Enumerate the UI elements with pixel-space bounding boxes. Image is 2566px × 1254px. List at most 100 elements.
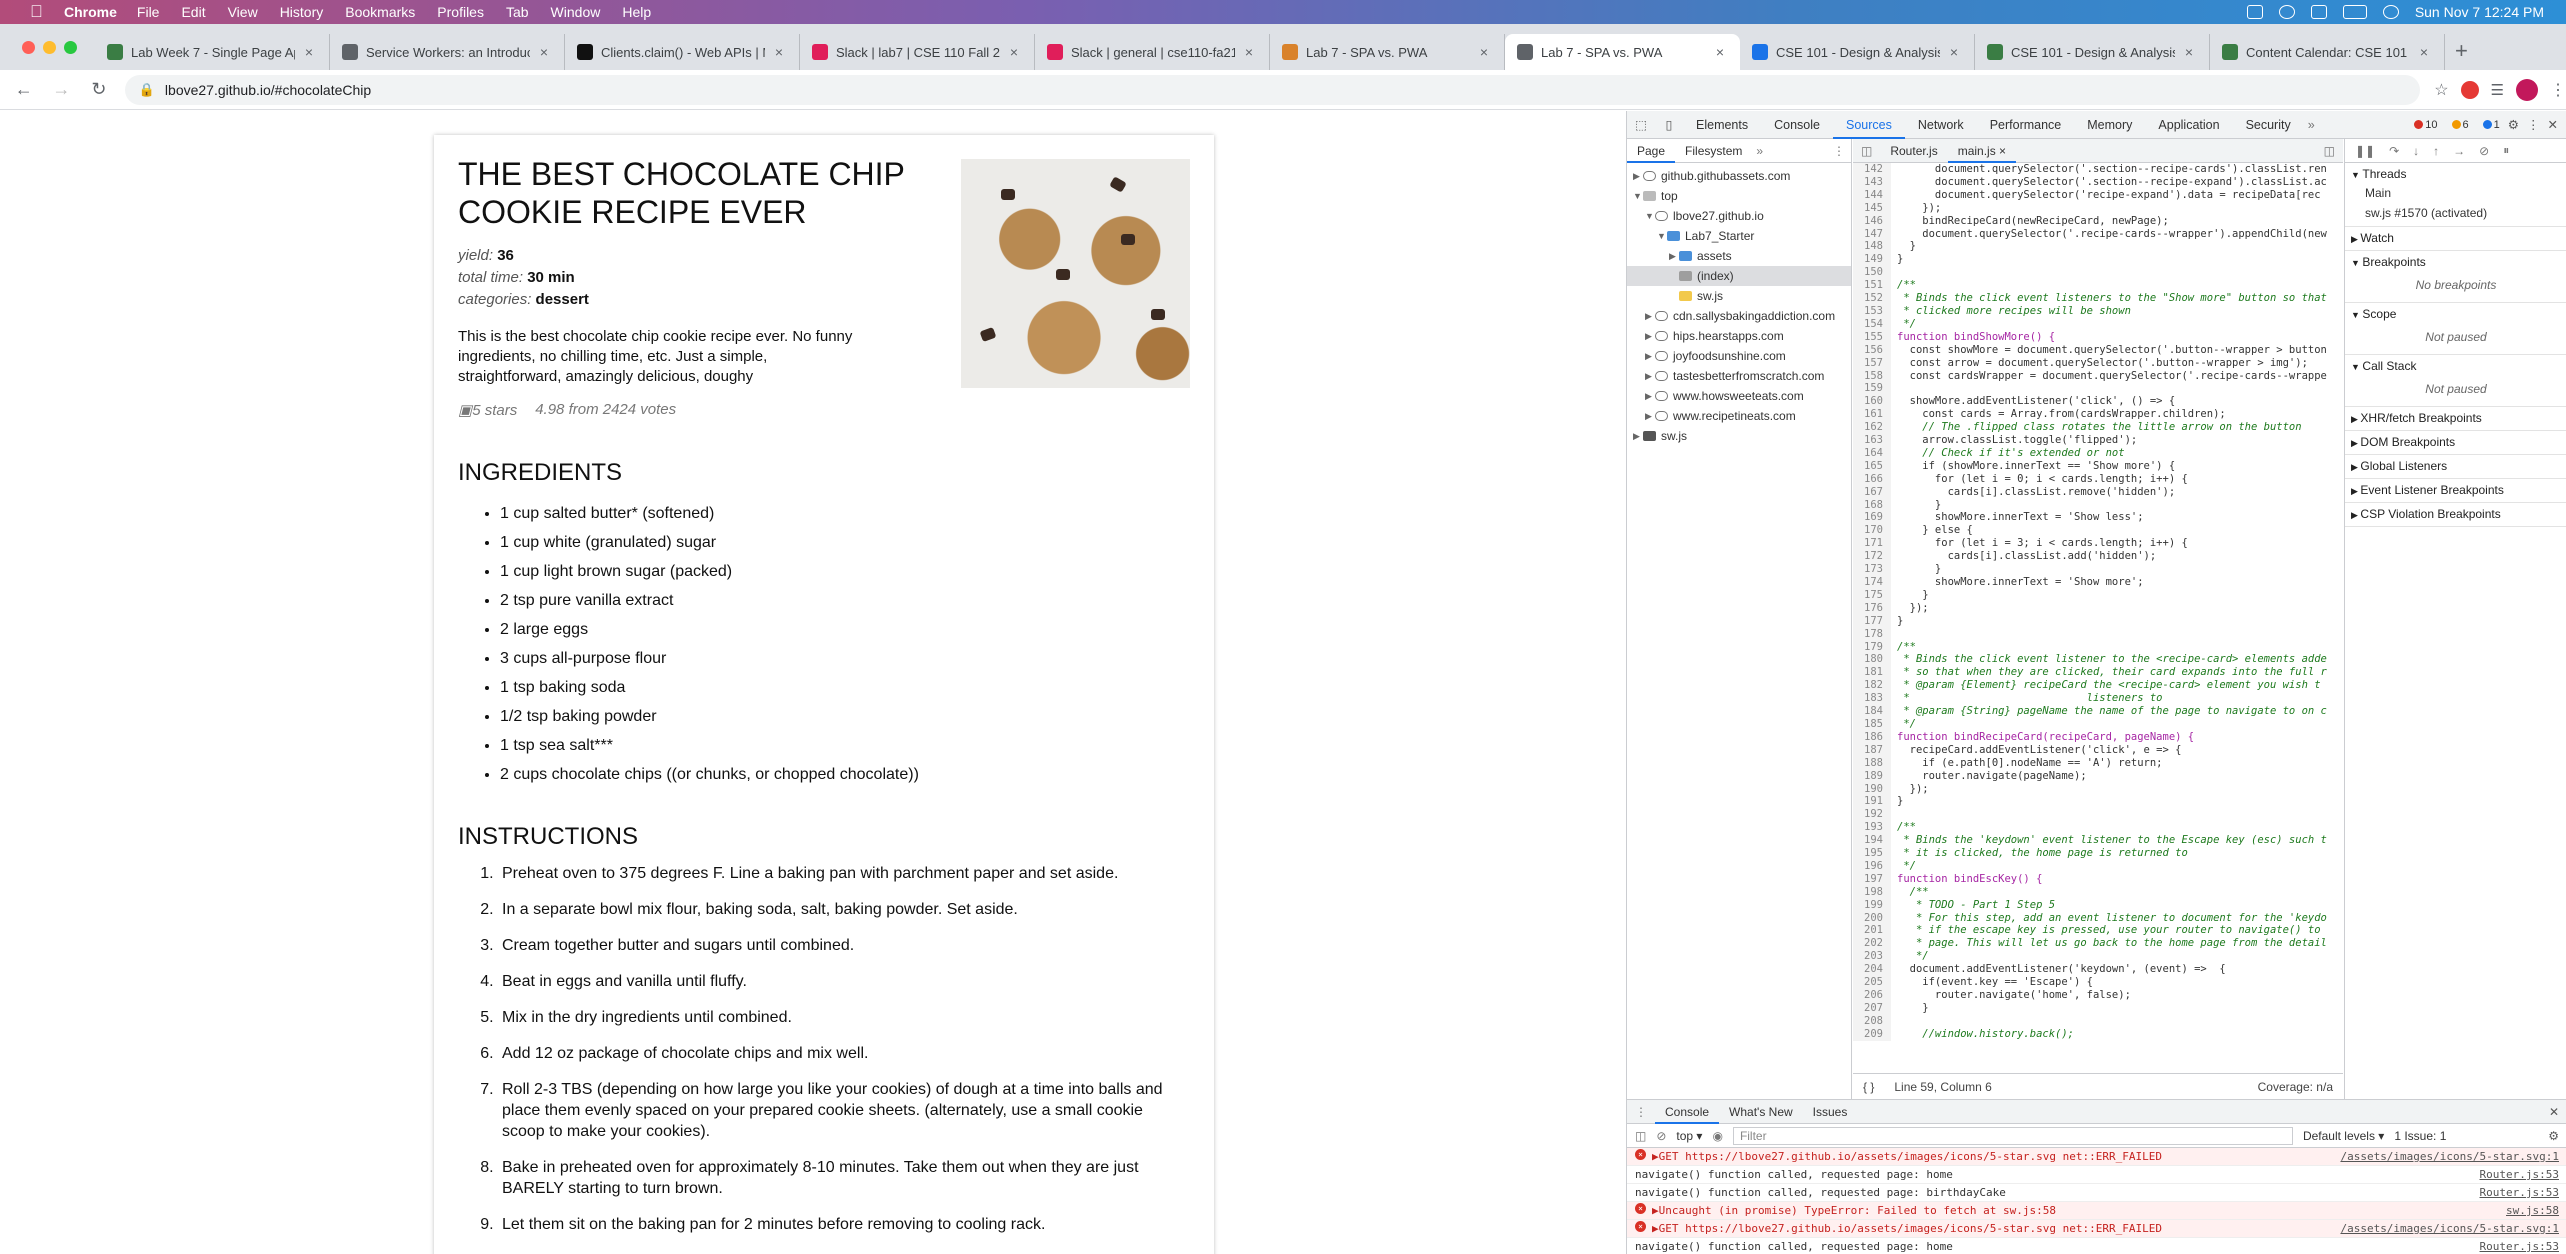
devtools-tab-performance[interactable]: Performance	[1977, 111, 2075, 139]
step-icon[interactable]: →	[2453, 144, 2465, 158]
browser-tab[interactable]: Slack | general | cse110-fa21- ×	[1035, 34, 1270, 70]
tree-arrow-icon[interactable]: ▼	[1633, 186, 1643, 206]
nav-tab-filesystem[interactable]: Filesystem	[1675, 139, 1752, 163]
tree-arrow-icon[interactable]: ▶	[1645, 306, 1655, 326]
apple-icon[interactable]: 	[30, 3, 46, 21]
thread-item[interactable]: sw.js #1570 (activated)	[2351, 203, 2561, 223]
drawer-tab[interactable]: Console	[1655, 1100, 1720, 1124]
step-out-icon[interactable]: ↑	[2433, 144, 2439, 158]
console-source-link[interactable]: sw.js:58	[2506, 1203, 2559, 1218]
issues-button[interactable]: 1 Issue: 1	[2394, 1129, 2446, 1143]
menu-item-edit[interactable]: Edit	[181, 4, 205, 20]
section-arrow-icon[interactable]: ▼	[2351, 310, 2362, 320]
drawer-tab[interactable]: What's New	[1719, 1100, 1803, 1124]
lock-icon[interactable]: 🔒	[139, 82, 155, 98]
tree-arrow-icon[interactable]: ▶	[1645, 346, 1655, 366]
menu-item-tab[interactable]: Tab	[506, 4, 529, 20]
deactivate-breakpoints-icon[interactable]: ⊘	[2479, 144, 2489, 158]
code-lines[interactable]: 142 document.querySelector('.section--re…	[1853, 163, 2343, 1073]
tree-node[interactable]: ▼ Lab7_Starter	[1627, 226, 1851, 246]
browser-tab[interactable]: Lab 7 - SPA vs. PWA ×	[1505, 34, 1740, 70]
menu-icon[interactable]: ⋮	[2550, 80, 2566, 100]
console-source-link[interactable]: Router.js:53	[2480, 1185, 2559, 1200]
drawer-menu-icon[interactable]: ⋮	[1627, 1105, 1655, 1119]
section-arrow-icon[interactable]: ▶	[2351, 510, 2360, 520]
browser-tab[interactable]: Lab 7 - SPA vs. PWA ×	[1270, 34, 1505, 70]
section-arrow-icon[interactable]: ▼	[2351, 258, 2362, 268]
pause-on-exceptions-icon[interactable]: ⏸	[2503, 143, 2509, 158]
menu-item-file[interactable]: File	[137, 4, 160, 20]
new-tab-button[interactable]: +	[2455, 38, 2468, 64]
close-devtools-icon[interactable]: ✕	[2548, 117, 2558, 132]
devtools-tab-elements[interactable]: Elements	[1683, 111, 1761, 139]
section-arrow-icon[interactable]: ▶	[2351, 414, 2360, 424]
tree-arrow-icon[interactable]: ▼	[1645, 206, 1655, 226]
back-icon[interactable]: ←	[10, 79, 38, 100]
console-source-link[interactable]: /assets/images/icons/5-star.svg:1	[2340, 1149, 2559, 1164]
reload-icon[interactable]: ↻	[85, 79, 113, 100]
section-arrow-icon[interactable]: ▶	[2351, 234, 2360, 244]
tree-node[interactable]: (index)	[1627, 266, 1851, 286]
step-into-icon[interactable]: ↓	[2413, 144, 2419, 158]
tree-node[interactable]: ▶ cdn.sallysbakingaddiction.com	[1627, 306, 1851, 326]
toggle-debugger-icon[interactable]: ◫	[2324, 144, 2343, 158]
more-nav-icon[interactable]: »	[1756, 144, 1763, 158]
thread-item[interactable]: Main	[2351, 183, 2561, 203]
tab-close-icon[interactable]: ×	[771, 44, 787, 60]
settings-gear-icon[interactable]: ⚙	[2508, 117, 2519, 132]
battery-icon[interactable]	[2342, 5, 2367, 19]
console-filter-input[interactable]: Filter	[1732, 1126, 2293, 1145]
display-icon[interactable]	[2310, 5, 2327, 19]
tab-close-icon[interactable]: ×	[2181, 44, 2197, 60]
kebab-menu-icon[interactable]: ⋮	[2527, 117, 2540, 132]
tab-close-icon[interactable]: ×	[536, 44, 552, 60]
pause-icon[interactable]: ❚❚	[2355, 144, 2375, 158]
tree-node[interactable]: ▶ hips.hearstapps.com	[1627, 326, 1851, 346]
tab-close-icon[interactable]: ×	[1946, 44, 1962, 60]
tree-node[interactable]: ▶ assets	[1627, 246, 1851, 266]
devtools-tab-sources[interactable]: Sources	[1832, 111, 1905, 139]
context-select[interactable]: top ▾	[1676, 1129, 1702, 1143]
nav-menu-icon[interactable]: ⋮	[1833, 144, 1851, 158]
tree-arrow-icon[interactable]: ▶	[1633, 166, 1643, 186]
section-arrow-icon[interactable]: ▼	[2351, 362, 2362, 372]
debug-section-header[interactable]: ▼ Threads	[2351, 166, 2561, 183]
menu-item-history[interactable]: History	[280, 4, 324, 20]
sidebar-toggle-icon[interactable]: ◫	[1635, 1129, 1646, 1143]
error-count-badge[interactable]: 10	[2414, 119, 2438, 131]
tab-close-icon[interactable]: ×	[1241, 44, 1257, 60]
tree-arrow-icon[interactable]: ▶	[1669, 246, 1679, 266]
clear-console-icon[interactable]: ⊘	[1656, 1129, 1666, 1143]
tree-arrow-icon[interactable]: ▶	[1645, 366, 1655, 386]
editor-tab[interactable]: Router.js	[1880, 139, 1947, 163]
tab-close-icon[interactable]: ×	[2416, 44, 2432, 60]
browser-tab[interactable]: Lab Week 7 - Single Page App ×	[95, 34, 330, 70]
levels-select[interactable]: Default levels ▾	[2303, 1129, 2384, 1143]
editor-tab[interactable]: main.js ×	[1947, 139, 2017, 163]
eye-icon[interactable]: ◉	[1712, 1129, 1722, 1143]
forward-icon[interactable]: →	[48, 79, 76, 100]
warning-count-badge[interactable]: 6	[2451, 119, 2469, 131]
tree-node[interactable]: ▶ joyfoodsunshine.com	[1627, 346, 1851, 366]
shield-icon[interactable]	[2246, 5, 2263, 19]
console-settings-icon[interactable]: ⚙	[2548, 1129, 2566, 1143]
app-menu[interactable]: Chrome	[64, 4, 117, 20]
tree-node[interactable]: ▶ tastesbetterfromscratch.com	[1627, 366, 1851, 386]
console-source-link[interactable]: Router.js:53	[2480, 1239, 2559, 1254]
more-tabs-icon[interactable]: »	[2308, 118, 2315, 132]
section-arrow-icon[interactable]: ▶	[2351, 486, 2360, 496]
debug-section-header[interactable]: ▶ DOM Breakpoints	[2351, 434, 2561, 451]
info-count-badge[interactable]: 1	[2482, 119, 2500, 131]
menu-item-view[interactable]: View	[228, 4, 258, 20]
section-arrow-icon[interactable]: ▼	[2351, 170, 2362, 180]
devtools-tab-application[interactable]: Application	[2145, 111, 2232, 139]
address-bar[interactable]: 🔒 lbove27.github.io/#chocolateChip	[124, 74, 2421, 105]
devtools-tab-network[interactable]: Network	[1905, 111, 1977, 139]
drawer-tab[interactable]: Issues	[1803, 1100, 1858, 1124]
tree-node[interactable]: ▶ github.githubassets.com	[1627, 166, 1851, 186]
minimize-window-button[interactable]	[43, 40, 56, 54]
tree-arrow-icon[interactable]: ▶	[1645, 326, 1655, 346]
tree-arrow-icon[interactable]: ▶	[1645, 406, 1655, 426]
extension-icon[interactable]	[2460, 80, 2479, 99]
debug-section-header[interactable]: ▼ Call Stack	[2351, 358, 2561, 375]
